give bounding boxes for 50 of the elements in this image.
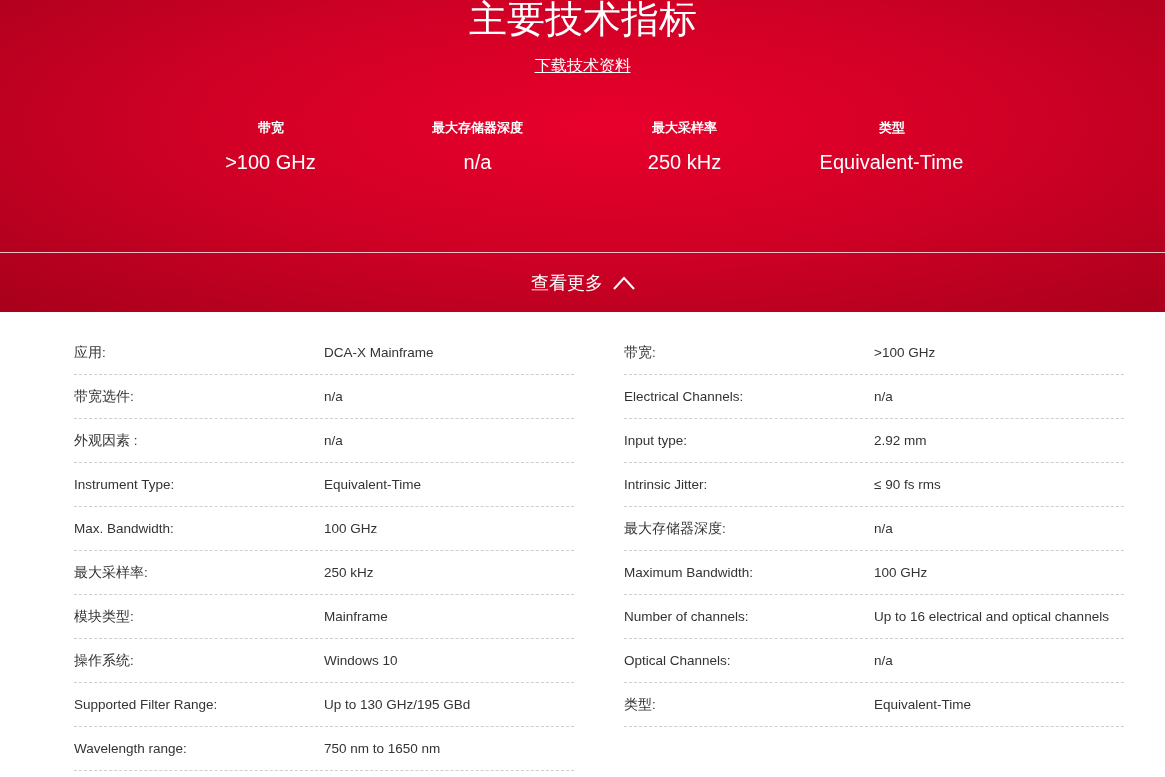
spec-value: n/a — [324, 432, 344, 450]
spec-value: 100 GHz — [874, 564, 929, 582]
key-spec-value: 250 kHz — [647, 151, 722, 174]
spec-name: 应用: — [74, 344, 107, 362]
key-spec-value: Equivalent-Time — [819, 151, 964, 174]
spec-name: 最大存储器深度: — [624, 520, 727, 538]
key-spec-label: 带宽 — [257, 119, 284, 137]
key-spec-value: n/a — [463, 151, 492, 174]
spec-name: Intrinsic Jitter: — [624, 476, 709, 494]
spec-value: Equivalent-Time — [324, 476, 423, 494]
spec-name: Wavelength range: — [74, 740, 188, 758]
spec-name: Instrument Type: — [74, 476, 176, 494]
spec-value: n/a — [324, 388, 344, 406]
spec-name: Optical Channels: — [624, 652, 732, 670]
spec-name: 类型: — [624, 696, 657, 714]
spec-value: n/a — [874, 652, 894, 670]
spec-value: 100 GHz — [324, 520, 379, 538]
spec-value: Windows 10 — [324, 652, 399, 670]
spec-value: 2.92 mm — [874, 432, 928, 450]
spec-value: ≤ 90 fs rms — [874, 476, 942, 494]
spec-value: n/a — [874, 520, 894, 538]
key-spec-label: 最大存储器深度 — [432, 119, 523, 137]
spec-name: 带宽选件: — [74, 388, 135, 406]
spec-name: 带宽: — [624, 344, 657, 362]
spec-value: n/a — [874, 388, 894, 406]
spec-name: 操作系统: — [74, 652, 135, 670]
spec-value: DCA-X Mainframe — [324, 344, 435, 362]
spec-value: Up to 130 GHz/195 GBd — [324, 696, 472, 714]
show-more-button[interactable]: 查看更多 — [522, 266, 643, 299]
key-spec-label: 类型 — [878, 119, 905, 137]
spec-name: Supported Filter Range: — [74, 696, 219, 714]
spec-name: Max. Bandwidth: — [74, 520, 175, 538]
spec-name: 模块类型: — [74, 608, 135, 626]
download-link[interactable]: 下载技术资料 — [534, 56, 631, 77]
spec-value: Up to 16 electrical and optical channels — [874, 608, 1110, 626]
spec-value: Equivalent-Time — [874, 696, 973, 714]
spec-name: 外观因素 : — [74, 432, 139, 450]
spec-name: Input type: — [624, 432, 689, 450]
spec-value: 250 kHz — [324, 564, 375, 582]
spec-name: Number of channels: — [624, 608, 750, 626]
spec-name: Electrical Channels: — [624, 388, 745, 406]
spec-name: Maximum Bandwidth: — [624, 564, 755, 582]
spec-value: 750 nm to 1650 nm — [324, 740, 442, 758]
spec-value: Mainframe — [324, 608, 389, 626]
page-title: 主要技术指标 — [468, 0, 697, 42]
spec-value: >100 GHz — [874, 344, 937, 362]
chevron-icon — [612, 275, 635, 290]
key-spec-label: 最大采样率 — [652, 119, 717, 137]
spec-name: 最大采样率: — [74, 564, 149, 582]
key-spec-value: >100 GHz — [225, 151, 316, 174]
